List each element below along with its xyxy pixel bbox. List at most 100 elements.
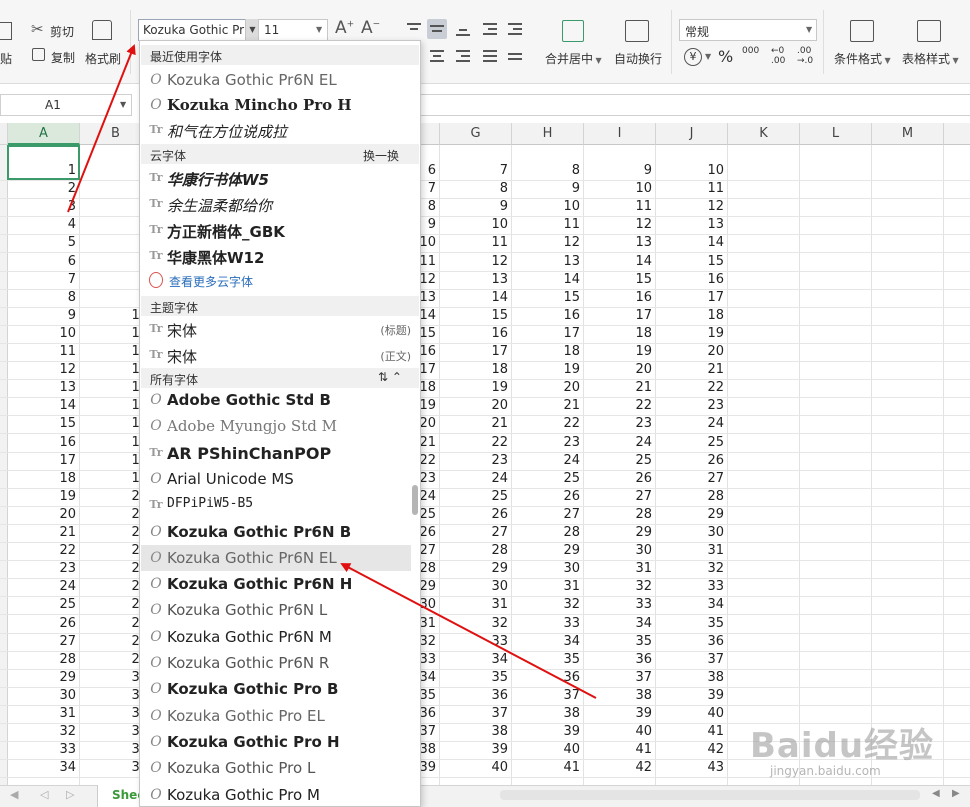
cell-h1[interactable]: 8 (512, 162, 584, 180)
font-option[interactable]: Tr AR PShinChanPOP (141, 440, 411, 466)
cell-g7[interactable]: 13 (440, 271, 512, 289)
cell-g23[interactable]: 29 (440, 560, 512, 578)
cell-i13[interactable]: 21 (584, 379, 656, 397)
cell-j18[interactable]: 27 (656, 470, 728, 488)
cell-h34[interactable]: 41 (512, 759, 584, 777)
cell-a24[interactable]: 24 (8, 578, 80, 596)
cell-a23[interactable]: 23 (8, 560, 80, 578)
increase-font-icon[interactable]: A+ (335, 20, 354, 37)
prev-sheet-nav[interactable]: ◁ (40, 788, 48, 801)
cell-j15[interactable]: 24 (656, 415, 728, 433)
font-option[interactable]: O Kozuka Gothic Pro L (141, 755, 411, 781)
cell-h19[interactable]: 26 (512, 488, 584, 506)
cell-h32[interactable]: 39 (512, 723, 584, 741)
cell-i6[interactable]: 14 (584, 253, 656, 271)
cell-i24[interactable]: 32 (584, 578, 656, 596)
cell-h25[interactable]: 32 (512, 596, 584, 614)
cell-j20[interactable]: 29 (656, 506, 728, 524)
cloud-refresh-button[interactable]: 换一换 (363, 147, 399, 164)
font-option[interactable]: Tr 宋体 (标题) (141, 316, 411, 342)
cell-j22[interactable]: 31 (656, 542, 728, 560)
font-option[interactable]: O Kozuka Gothic Pr6N R (141, 650, 411, 676)
cell-j11[interactable]: 20 (656, 343, 728, 361)
cell-a16[interactable]: 16 (8, 434, 80, 452)
cell-j14[interactable]: 23 (656, 397, 728, 415)
font-option[interactable]: O Kozuka Gothic Pr6N EL (141, 67, 411, 93)
cell-a22[interactable]: 22 (8, 542, 80, 560)
cell-g14[interactable]: 20 (440, 397, 512, 415)
cell-a8[interactable]: 8 (8, 289, 80, 307)
cell-i7[interactable]: 15 (584, 271, 656, 289)
cell-g32[interactable]: 38 (440, 723, 512, 741)
cell-i8[interactable]: 16 (584, 289, 656, 307)
cell-i9[interactable]: 17 (584, 307, 656, 325)
cell-g2[interactable]: 8 (440, 180, 512, 198)
cell-a21[interactable]: 21 (8, 524, 80, 542)
next-sheet-nav[interactable]: ▷ (66, 788, 74, 801)
decrease-font-icon[interactable]: A− (361, 20, 380, 37)
cell-g10[interactable]: 16 (440, 325, 512, 343)
cell-i28[interactable]: 36 (584, 651, 656, 669)
cell-a26[interactable]: 26 (8, 615, 80, 633)
currency-button[interactable]: ¥ (684, 48, 702, 66)
font-option[interactable]: O Kozuka Gothic Pr6N EL (141, 544, 411, 571)
font-option[interactable]: O Arial Unicode MS (141, 466, 411, 492)
cell-i26[interactable]: 34 (584, 615, 656, 633)
cell-j32[interactable]: 41 (656, 723, 728, 741)
cell-h5[interactable]: 12 (512, 234, 584, 252)
cell-g26[interactable]: 32 (440, 615, 512, 633)
cell-i12[interactable]: 20 (584, 361, 656, 379)
justify-icon[interactable] (480, 46, 500, 66)
cell-h12[interactable]: 19 (512, 361, 584, 379)
font-option[interactable]: O Kozuka Gothic Pr6N L (141, 597, 411, 623)
cell-a27[interactable]: 27 (8, 633, 80, 651)
cell-i18[interactable]: 26 (584, 470, 656, 488)
cell-h27[interactable]: 34 (512, 633, 584, 651)
cell-i1[interactable]: 9 (584, 162, 656, 180)
increase-indent-icon[interactable] (505, 19, 525, 39)
formula-input[interactable] (420, 94, 970, 116)
cell-j16[interactable]: 25 (656, 434, 728, 452)
decrease-indent-icon[interactable] (480, 19, 500, 39)
conditional-format-icon[interactable] (850, 20, 874, 42)
cell-h7[interactable]: 14 (512, 271, 584, 289)
cell-j31[interactable]: 40 (656, 705, 728, 723)
cell-h14[interactable]: 21 (512, 397, 584, 415)
cell-a6[interactable]: 6 (8, 253, 80, 271)
cell-g22[interactable]: 28 (440, 542, 512, 560)
cell-h18[interactable]: 25 (512, 470, 584, 488)
font-option[interactable]: O Kozuka Gothic Pro M (141, 782, 411, 807)
cell-i10[interactable]: 18 (584, 325, 656, 343)
cell-g30[interactable]: 36 (440, 687, 512, 705)
cell-g6[interactable]: 12 (440, 253, 512, 271)
cell-h6[interactable]: 13 (512, 253, 584, 271)
cell-j4[interactable]: 13 (656, 216, 728, 234)
column-header-a[interactable]: A (8, 123, 80, 145)
dropdown-scrollbar-thumb[interactable] (412, 485, 418, 515)
column-header-l[interactable]: L (800, 123, 872, 145)
align-right-icon[interactable] (453, 46, 473, 66)
font-option[interactable]: Tr 余生温柔都给你 (141, 191, 411, 217)
currency-dropdown-arrow[interactable]: ▼ (705, 52, 711, 61)
cell-g21[interactable]: 27 (440, 524, 512, 542)
cell-g17[interactable]: 23 (440, 452, 512, 470)
cell-a12[interactable]: 12 (8, 361, 80, 379)
cell-h21[interactable]: 28 (512, 524, 584, 542)
cell-g1[interactable]: 7 (440, 162, 512, 180)
cell-a25[interactable]: 25 (8, 596, 80, 614)
cell-a18[interactable]: 18 (8, 470, 80, 488)
cell-j6[interactable]: 15 (656, 253, 728, 271)
font-option[interactable]: Tr 华康行书体W5 (141, 165, 411, 191)
cell-a29[interactable]: 29 (8, 669, 80, 687)
font-option[interactable]: O Kozuka Gothic Pr6N B (141, 519, 411, 545)
cell-g15[interactable]: 21 (440, 415, 512, 433)
cell-i22[interactable]: 30 (584, 542, 656, 560)
column-header-j[interactable]: J (656, 123, 728, 145)
cell-i33[interactable]: 41 (584, 741, 656, 759)
copy-icon[interactable] (32, 48, 45, 61)
cell-i3[interactable]: 11 (584, 198, 656, 216)
cell-i21[interactable]: 29 (584, 524, 656, 542)
thousands-separator-button[interactable]: 000 (742, 46, 759, 56)
font-option[interactable]: O Kozuka Gothic Pro EL (141, 703, 411, 729)
paste-button-label[interactable]: 贴 (0, 50, 12, 67)
